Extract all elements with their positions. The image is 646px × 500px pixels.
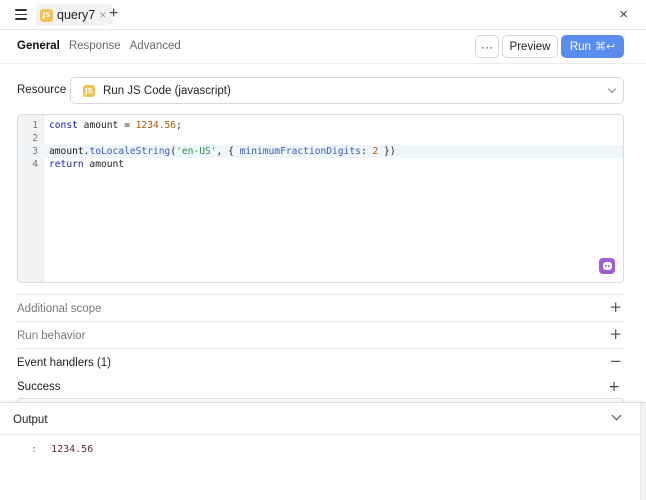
output-title: Output: [13, 414, 48, 426]
header-divider: [0, 63, 646, 64]
code-text: amount.toLocaleString('en-US', { minimum…: [49, 146, 396, 157]
run-behavior-label: Run behavior: [17, 330, 86, 342]
code-line[interactable]: 3 amount.toLocaleString('en-US', { minimu…: [18, 145, 623, 158]
js-badge-icon: JS: [40, 8, 53, 22]
code-line[interactable]: 1 const amount = 1234.56;: [18, 119, 623, 132]
add-handler-icon[interactable]: +: [608, 379, 620, 395]
output-key: :: [31, 444, 38, 455]
code-text: return amount: [49, 159, 125, 170]
output-value: 1234.56: [51, 444, 94, 455]
line-number: 2: [32, 133, 38, 144]
run-shortcut: ⌘↩: [594, 40, 616, 53]
line-number: 3: [32, 146, 38, 157]
query-tab[interactable]: JS query7 ×: [36, 4, 113, 26]
resource-label: Resource: [17, 84, 67, 96]
additional-scope-label: Additional scope: [17, 303, 102, 315]
output-value-row: : 1234.56: [31, 444, 93, 455]
code-editor[interactable]: 1 const amount = 1234.56; 2 3 amount.toLocal…: [17, 114, 624, 283]
js-resource-icon: JS: [83, 84, 95, 97]
tab-advanced[interactable]: Advanced: [130, 40, 181, 52]
output-header[interactable]: Output: [0, 403, 640, 435]
scrollbar[interactable]: [640, 403, 646, 500]
output-panel: Output : 1234.56: [0, 402, 646, 500]
more-options-button[interactable]: ···: [475, 35, 499, 58]
editor-subtabs: General Response Advanced: [17, 40, 181, 52]
collapse-minus-icon[interactable]: −: [609, 354, 622, 369]
section-additional-scope[interactable]: Additional scope +: [17, 294, 624, 321]
tab-response[interactable]: Response: [69, 40, 121, 52]
code-line[interactable]: 4 return amount: [18, 158, 623, 171]
tab-general[interactable]: General: [17, 40, 60, 52]
success-label: Success: [17, 381, 61, 393]
section-run-behavior[interactable]: Run behavior +: [17, 321, 624, 348]
ai-assistant-icon[interactable]: [599, 258, 615, 274]
line-number: 1: [32, 120, 38, 131]
add-tab-icon[interactable]: +: [109, 5, 118, 23]
code-text: const amount = 1234.56;: [49, 120, 182, 131]
section-event-handlers[interactable]: Event handlers (1) −: [17, 348, 624, 375]
event-handlers-label: Event handlers (1): [17, 357, 111, 369]
run-button-label: Run: [569, 40, 591, 53]
tab-close-icon[interactable]: ×: [99, 9, 106, 21]
chevron-down-icon: [607, 84, 617, 94]
run-button[interactable]: Run ⌘↩: [561, 35, 624, 58]
resource-value: Run JS Code (javascript): [103, 84, 231, 97]
expand-plus-icon[interactable]: +: [609, 327, 622, 342]
expand-plus-icon[interactable]: +: [609, 300, 622, 315]
line-number: 4: [32, 159, 38, 170]
tab-name: query7: [57, 8, 96, 22]
preview-button[interactable]: Preview: [502, 35, 558, 58]
success-handler-row: Success +: [17, 378, 624, 398]
resource-select[interactable]: JS Run JS Code (javascript): [70, 77, 624, 104]
chevron-down-icon[interactable]: [611, 410, 622, 421]
menu-icon[interactable]: [15, 9, 27, 20]
query-tab-bar: JS query7 × + ×: [0, 0, 646, 30]
close-panel-icon[interactable]: ×: [619, 6, 628, 24]
code-line[interactable]: 2: [18, 132, 623, 145]
